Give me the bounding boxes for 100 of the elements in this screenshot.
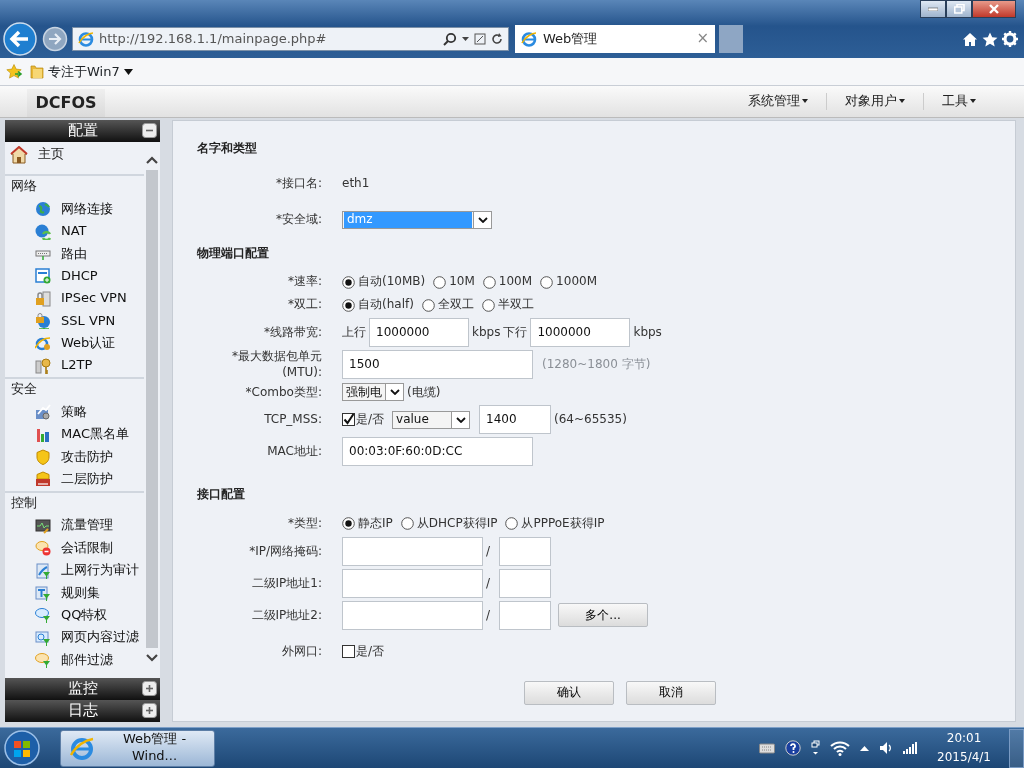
- radio-button[interactable]: [421, 298, 435, 312]
- checkbox-option[interactable]: 是/否: [342, 644, 385, 660]
- radio-option[interactable]: 全双工: [421, 297, 474, 313]
- sidebar-item[interactable]: MAC黑名单: [5, 423, 144, 446]
- radio-button[interactable]: [342, 275, 355, 289]
- forward-button-icon[interactable]: [42, 26, 68, 52]
- volume-icon[interactable]: [879, 741, 894, 755]
- input-field[interactable]: [342, 568, 483, 598]
- input-field[interactable]: 1000000: [530, 318, 631, 348]
- url-text[interactable]: http://192.168.1.1/mainpage.php#: [99, 30, 438, 48]
- sidebar-item[interactable]: QQ特权: [5, 604, 144, 627]
- input-field[interactable]: [342, 536, 483, 566]
- tab-close-button[interactable]: ×: [696, 29, 709, 49]
- input-field[interactable]: 1400: [479, 405, 552, 435]
- menu-item[interactable]: 对象用户: [826, 93, 923, 110]
- radio-option[interactable]: 10M: [433, 274, 475, 290]
- input-field[interactable]: 1000000: [369, 318, 469, 348]
- sidebar-item[interactable]: 攻击防护: [5, 445, 144, 469]
- back-button-icon[interactable]: [2, 22, 38, 56]
- radio-button[interactable]: [505, 517, 519, 531]
- home-icon[interactable]: [962, 31, 978, 47]
- sidebar-item[interactable]: L2TP: [5, 354, 144, 378]
- sidebar-item[interactable]: 主页: [5, 142, 144, 174]
- radio-option[interactable]: 1000M: [540, 274, 597, 290]
- sidebar-item[interactable]: 规则集: [5, 581, 144, 605]
- radio-button[interactable]: [400, 517, 414, 531]
- keyboard-icon[interactable]: [759, 742, 776, 754]
- browser-tab[interactable]: Web管理 ×: [515, 25, 715, 53]
- form-button[interactable]: 确认: [524, 680, 614, 705]
- refresh-icon[interactable]: [491, 33, 503, 45]
- sidebar-item[interactable]: 二层防护: [5, 468, 144, 491]
- radio-option[interactable]: 静态IP: [342, 516, 393, 532]
- sidebar-item[interactable]: 路由: [5, 242, 144, 266]
- sidebar-item[interactable]: Web认证: [5, 332, 144, 355]
- radio-option[interactable]: 半双工: [481, 297, 534, 313]
- sidebar-item[interactable]: 上网行为审计: [5, 559, 144, 582]
- radio-button[interactable]: [433, 275, 447, 289]
- clock[interactable]: 20:01 2015/4/1: [937, 729, 991, 767]
- scrollbar-thumb[interactable]: [146, 170, 158, 648]
- collapse-icon[interactable]: [142, 123, 157, 138]
- scroll-down-icon[interactable]: [145, 652, 159, 664]
- sidebar-item[interactable]: 网络连接: [5, 198, 144, 221]
- input-field[interactable]: 00:03:0F:60:0D:CC: [342, 437, 533, 467]
- panel-header[interactable]: 日志: [5, 700, 160, 722]
- sidebar-item[interactable]: 网页内容过滤: [5, 626, 144, 650]
- settings-icon[interactable]: [1002, 31, 1018, 47]
- checkbox-option[interactable]: 是/否: [342, 412, 385, 428]
- address-bar[interactable]: http://192.168.1.1/mainpage.php#: [72, 27, 509, 51]
- input-field[interactable]: [499, 600, 552, 630]
- wifi-icon[interactable]: [830, 740, 851, 756]
- radio-option[interactable]: 从PPPoE获得IP: [505, 516, 605, 532]
- panel-header[interactable]: 监控: [5, 678, 160, 700]
- favorites-folder[interactable]: 专注于Win7: [29, 60, 134, 83]
- help-icon[interactable]: [785, 740, 802, 756]
- expand-icon[interactable]: [142, 703, 157, 718]
- more-button[interactable]: 多个...: [558, 603, 649, 628]
- sidebar-item[interactable]: NAT: [5, 220, 144, 243]
- caret-icon[interactable]: [462, 37, 469, 41]
- search-icon[interactable]: [443, 32, 457, 46]
- input-field[interactable]: [499, 536, 552, 566]
- radio-option[interactable]: 100M: [482, 274, 533, 290]
- close-button[interactable]: [972, 0, 1016, 18]
- radio-button[interactable]: [342, 298, 355, 312]
- radio-option[interactable]: 自动(half): [342, 297, 414, 313]
- menu-item[interactable]: 工具: [923, 93, 994, 110]
- sidebar-item[interactable]: DHCP: [5, 265, 144, 288]
- taskbar-window-button[interactable]: Web管理 - Wind...: [60, 729, 215, 767]
- radio-button[interactable]: [482, 275, 496, 289]
- radio-button[interactable]: [540, 275, 554, 289]
- expand-icon[interactable]: [142, 681, 157, 696]
- checkbox[interactable]: [342, 413, 355, 427]
- input-field[interactable]: [342, 600, 483, 630]
- checkbox[interactable]: [342, 645, 355, 659]
- input-field[interactable]: 1500: [342, 350, 533, 380]
- signal-bars-icon[interactable]: [903, 742, 918, 754]
- display-switch-icon[interactable]: [811, 740, 821, 756]
- compatibility-icon[interactable]: [474, 33, 486, 45]
- radio-button[interactable]: [342, 517, 355, 531]
- radio-option[interactable]: 从DHCP获得IP: [400, 516, 498, 532]
- sidebar-item[interactable]: 策略: [5, 401, 144, 424]
- star-icon[interactable]: [982, 31, 998, 47]
- input-field[interactable]: [499, 568, 552, 598]
- tray-expand-icon[interactable]: [860, 745, 870, 751]
- menu-item[interactable]: 系统管理: [730, 93, 826, 110]
- start-button-icon[interactable]: [2, 729, 42, 767]
- favorites-star-icon[interactable]: [6, 64, 23, 79]
- scroll-up-icon[interactable]: [145, 154, 159, 166]
- minimize-button[interactable]: [920, 0, 946, 18]
- dropdown[interactable]: 强制电: [342, 383, 404, 402]
- sidebar-item[interactable]: 邮件过滤: [5, 649, 144, 672]
- form-button[interactable]: 取消: [626, 680, 716, 705]
- radio-button[interactable]: [481, 298, 495, 312]
- sidebar-item[interactable]: IPSec VPN: [5, 287, 144, 310]
- dropdown[interactable]: value: [392, 410, 471, 429]
- sidebar-item[interactable]: SSL VPN: [5, 309, 144, 333]
- radio-option[interactable]: 自动(10MB): [342, 274, 426, 290]
- restore-button[interactable]: [946, 0, 972, 18]
- sidebar-item[interactable]: 流量管理: [5, 514, 144, 538]
- panel-header[interactable]: 配置: [5, 120, 160, 142]
- sidebar-item[interactable]: 会话限制: [5, 537, 144, 560]
